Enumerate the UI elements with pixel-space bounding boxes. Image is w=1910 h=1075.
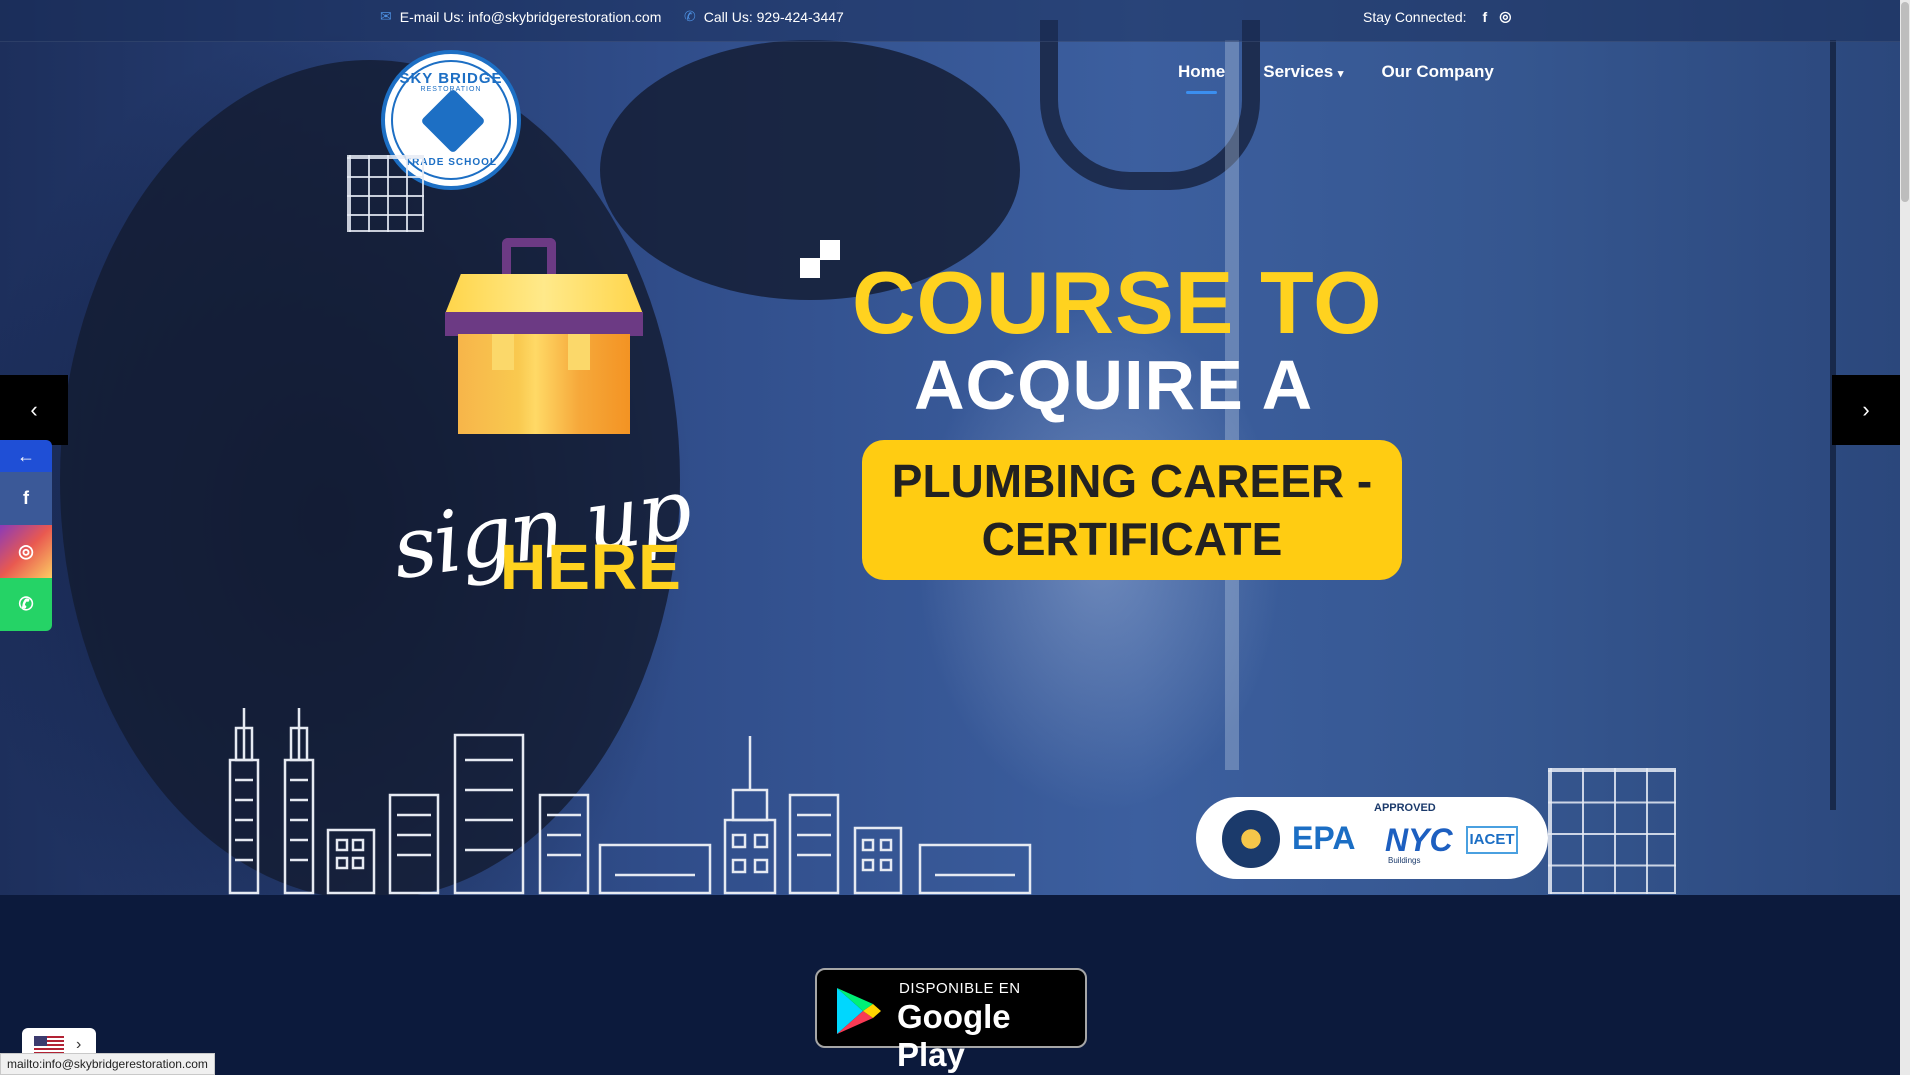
- toolbox-handle: [502, 238, 556, 278]
- email-link[interactable]: ✉ E-mail Us: info@skybridgerestoration.c…: [380, 8, 661, 25]
- logo-top-text: SKY BRIDGE: [399, 70, 503, 87]
- us-flag-icon: [34, 1036, 64, 1054]
- facebook-icon[interactable]: f: [1483, 9, 1488, 25]
- toolbox-latch-right: [568, 334, 590, 370]
- dept-labor-seal-icon: [1222, 810, 1280, 868]
- whatsapp-icon: ✆: [18, 594, 34, 614]
- city-skyline-illustration: [228, 708, 1032, 895]
- google-play-badge[interactable]: DISPONIBLE EN Google Play: [815, 968, 1087, 1073]
- logo-emblem: [420, 88, 486, 154]
- chevron-right-icon: ›: [76, 1036, 82, 1053]
- slider-prev-button[interactable]: ‹: [0, 375, 68, 445]
- chevron-down-icon: ▾: [1337, 68, 1344, 80]
- nav-home[interactable]: Home: [1178, 62, 1225, 94]
- side-whatsapp-button[interactable]: ✆: [0, 578, 52, 631]
- toolbox-icon: [458, 334, 630, 434]
- nyc-buildings-logo: NYC: [1385, 822, 1453, 858]
- phone-icon: ✆: [684, 8, 696, 24]
- toolbox-latch-left: [492, 334, 514, 370]
- page-scrollbar[interactable]: [1900, 0, 1910, 1075]
- phone-text: Call Us: 929-424-3447: [703, 8, 844, 25]
- nav-our-company[interactable]: Our Company: [1381, 62, 1493, 82]
- pixel-decoration: [800, 258, 820, 278]
- instagram-icon: ◎: [18, 541, 34, 561]
- status-bar-url: mailto:info@skybridgerestoration.com: [0, 1053, 215, 1075]
- iacet-logo: IACET: [1466, 826, 1518, 854]
- chevron-right-icon: ›: [1862, 397, 1870, 422]
- top-bar: ✉ E-mail Us: info@skybridgerestoration.c…: [0, 0, 1900, 42]
- plumbing-career-box[interactable]: PLUMBING CAREER - CERTIFICATE: [862, 440, 1402, 580]
- scrollbar-thumb[interactable]: [1901, 2, 1909, 202]
- chevron-left-icon: ‹: [30, 397, 38, 422]
- google-play-big-text: Google Play: [897, 998, 1011, 1073]
- main-nav: Home Services ▾ Our Company: [1178, 62, 1494, 94]
- envelope-icon: ✉: [380, 8, 392, 24]
- nav-services[interactable]: Services ▾: [1263, 62, 1343, 82]
- phone-link[interactable]: ✆ Call Us: 929-424-3447: [684, 8, 844, 25]
- side-instagram-button[interactable]: ◎: [0, 525, 52, 578]
- google-play-icon: [837, 988, 881, 1034]
- stay-connected: Stay Connected: f ◎: [1363, 8, 1511, 25]
- nyc-buildings-sub: Buildings: [1388, 856, 1421, 865]
- grid-decoration-small: [347, 155, 424, 232]
- google-play-small-text: DISPONIBLE EN: [899, 980, 1021, 997]
- signup-here[interactable]: HERE: [500, 530, 682, 604]
- plumbing-career-text: PLUMBING CAREER - CERTIFICATE: [891, 455, 1373, 565]
- social-toggle-button[interactable]: ←: [0, 440, 52, 472]
- pixel-decoration: [820, 240, 840, 260]
- headline-course-to: COURSE TO: [852, 253, 1383, 352]
- toolbox-lid: [445, 274, 643, 314]
- nav-services-label: Services: [1263, 62, 1334, 81]
- facebook-icon: f: [23, 488, 29, 508]
- instagram-icon[interactable]: ◎: [1499, 8, 1511, 25]
- toolbox-band: [445, 312, 643, 336]
- stay-connected-label: Stay Connected:: [1363, 8, 1467, 25]
- grid-decoration-large: [1548, 768, 1676, 894]
- arrow-left-icon: ←: [17, 445, 35, 466]
- headline-acquire-a: ACQUIRE A: [914, 346, 1314, 424]
- email-text: E-mail Us: info@skybridgerestoration.com: [399, 8, 662, 25]
- side-facebook-button[interactable]: f: [0, 472, 52, 525]
- slider-next-button[interactable]: ›: [1832, 375, 1900, 445]
- approved-label: APPROVED: [1374, 802, 1436, 814]
- epa-logo: EPA: [1292, 820, 1356, 856]
